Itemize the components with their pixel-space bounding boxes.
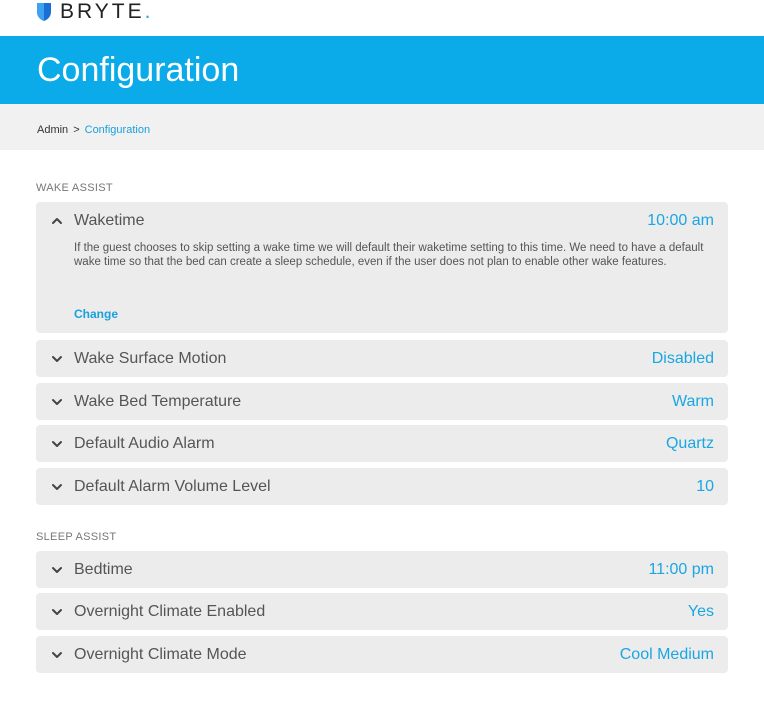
setting-row-wake-bed-temperature[interactable]: Wake Bed Temperature Warm: [36, 383, 728, 420]
overnight-climate-enabled-value: Yes: [687, 603, 714, 620]
chevron-down-icon: [52, 399, 62, 405]
wake-bed-temperature-value: Warm: [671, 393, 714, 410]
chevron-up-icon: [52, 218, 62, 224]
chevron-down-icon: [52, 652, 62, 658]
shield-logo-icon: [37, 3, 51, 21]
breadcrumb-separator: >: [73, 124, 80, 136]
breadcrumb: Admin > Configuration: [37, 123, 150, 137]
breadcrumb-current: Configuration: [84, 124, 151, 136]
default-audio-alarm-value: Quartz: [665, 435, 714, 452]
chevron-down-icon: [52, 356, 62, 362]
wake-surface-motion-label: Wake Surface Motion: [74, 350, 227, 367]
wake-assist-section-title: WAKE ASSIST: [36, 182, 113, 194]
waketime-change-link[interactable]: Change: [74, 307, 118, 321]
wake-surface-motion-value: Disabled: [651, 350, 714, 367]
setting-row-wake-surface-motion[interactable]: Wake Surface Motion Disabled: [36, 340, 728, 377]
sleep-assist-section-title: SLEEP ASSIST: [36, 531, 117, 543]
overnight-climate-mode-value: Cool Medium: [619, 646, 714, 663]
setting-row-overnight-climate-enabled[interactable]: Overnight Climate Enabled Yes: [36, 593, 728, 630]
chevron-down-icon: [52, 567, 62, 573]
waketime-label: Waketime: [74, 212, 145, 229]
overnight-climate-enabled-label: Overnight Climate Enabled: [74, 603, 266, 620]
setting-row-overnight-climate-mode[interactable]: Overnight Climate Mode Cool Medium: [36, 636, 728, 673]
page-title: Configuration: [37, 51, 240, 89]
default-alarm-volume-value: 10: [696, 478, 714, 495]
waketime-row-header[interactable]: Waketime 10:00 am: [36, 202, 728, 239]
overnight-climate-mode-label: Overnight Climate Mode: [74, 646, 247, 663]
top-bar: BRYTE.: [0, 0, 764, 36]
waketime-setting-expanded: Waketime 10:00 am If the guest chooses t…: [36, 202, 728, 333]
logo-wordmark: BRYTE.: [60, 0, 154, 23]
setting-row-default-audio-alarm[interactable]: Default Audio Alarm Quartz: [36, 425, 728, 462]
setting-row-default-alarm-volume[interactable]: Default Alarm Volume Level 10: [36, 468, 728, 505]
wake-bed-temperature-label: Wake Bed Temperature: [74, 393, 242, 410]
breadcrumb-bar: Admin > Configuration: [0, 104, 764, 150]
chevron-down-icon: [52, 441, 62, 447]
bryte-logo[interactable]: BRYTE.: [36, 0, 154, 23]
waketime-value: 10:00 am: [647, 212, 714, 229]
breadcrumb-admin-link[interactable]: Admin: [37, 123, 68, 137]
page-header: Configuration: [0, 36, 764, 104]
bedtime-value: 11:00 pm: [648, 561, 714, 578]
chevron-down-icon: [52, 609, 62, 615]
bedtime-label: Bedtime: [74, 561, 133, 578]
default-audio-alarm-label: Default Audio Alarm: [74, 435, 215, 452]
default-alarm-volume-label: Default Alarm Volume Level: [74, 478, 271, 495]
chevron-down-icon: [52, 484, 62, 490]
setting-row-bedtime[interactable]: Bedtime 11:00 pm: [36, 551, 728, 588]
waketime-description: If the guest chooses to skip setting a w…: [74, 242, 704, 268]
